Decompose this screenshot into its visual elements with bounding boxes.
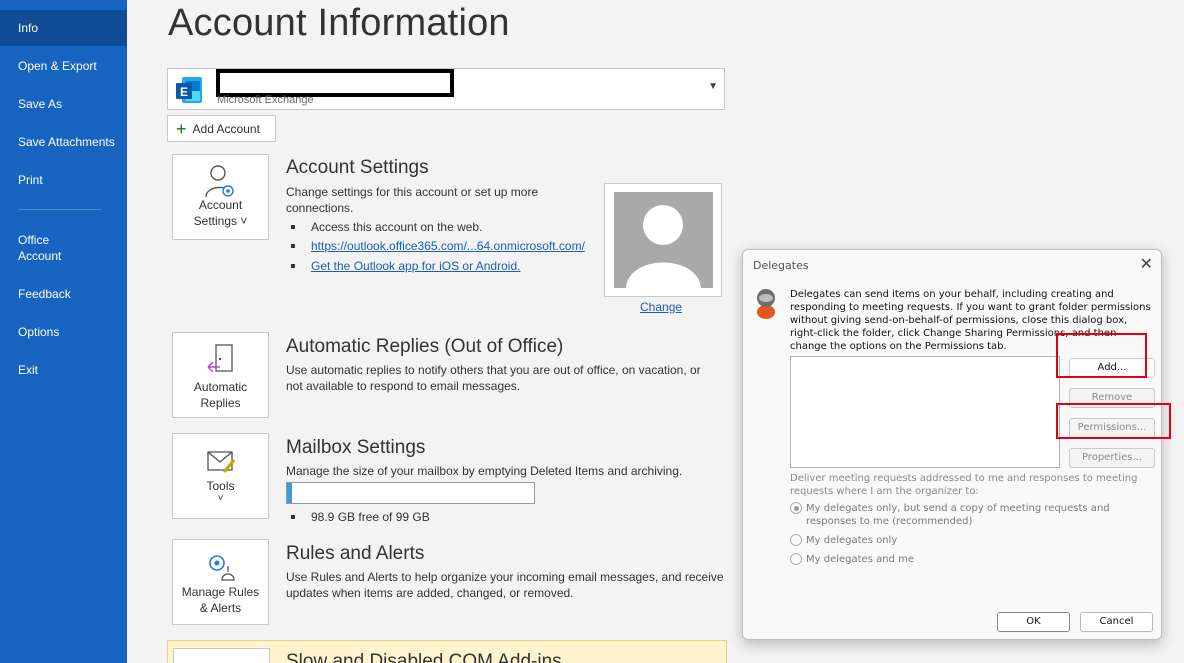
account-settings-desc: Change settings for this account or set … [286, 185, 539, 215]
person-placeholder-icon [626, 205, 701, 288]
mailbox-settings-title: Mailbox Settings [286, 437, 426, 458]
rules-alerts-title: Rules and Alerts [286, 543, 425, 564]
chevron-down-icon[interactable]: ▼ [708, 81, 718, 92]
radio-button-checked[interactable] [790, 502, 802, 514]
com-addins-panel: Slow and Disabled COM Add-ins [167, 640, 727, 663]
profile-photo [614, 192, 713, 288]
mailbox-settings-desc: Manage the size of your mailbox by empty… [286, 464, 683, 478]
radio-option-delegates-and-me[interactable]: My delegates and me [790, 553, 914, 566]
account-settings-title: Account Settings [286, 157, 429, 178]
mailbox-storage-fill [287, 483, 292, 503]
delegates-icon [757, 289, 775, 319]
delegates-list[interactable] [790, 356, 1060, 468]
nav-options[interactable]: Options [0, 324, 127, 340]
automatic-replies-icon [207, 344, 233, 373]
account-settings-icon [204, 165, 234, 198]
radio-option-delegates-only[interactable]: My delegates only [790, 534, 897, 547]
com-addins-button[interactable] [173, 648, 270, 663]
nav-feedback[interactable]: Feedback [0, 286, 127, 302]
close-icon[interactable]: ✕ [1140, 254, 1153, 273]
radio-label: My delegates only [806, 535, 898, 546]
account-selector[interactable]: E Microsoft Exchange ▼ [167, 68, 725, 110]
exchange-icon: E [176, 77, 202, 103]
add-account-button[interactable]: + Add Account [167, 115, 276, 142]
properties-button[interactable]: Properties... [1069, 448, 1155, 468]
svg-text:E: E [180, 85, 188, 99]
automatic-replies-label: Automatic Replies [193, 380, 248, 410]
profile-photo-frame [604, 183, 722, 297]
radio-label: My delegates and me [806, 554, 914, 565]
web-access-text: Access this account on the web. [311, 220, 483, 234]
tools-label: Tools [206, 479, 235, 493]
manage-rules-label: Manage Rules & Alerts [181, 585, 260, 615]
tools-icon [206, 451, 235, 473]
storage-free-text: 98.9 GB free of 99 GB [311, 510, 430, 524]
radio-option-delegates-copy[interactable]: My delegates only, but send a copy of me… [790, 502, 1130, 528]
nav-save-as[interactable]: Save As [0, 96, 127, 112]
account-settings-label: Account Settings ˅ [193, 198, 248, 228]
change-photo-link[interactable]: Change [640, 300, 682, 314]
page-title: Account Information [168, 2, 510, 44]
mailbox-storage-bar [286, 482, 535, 504]
owa-link[interactable]: https://outlook.office365.com/...64.onmi… [311, 238, 591, 254]
account-settings-button[interactable]: Account Settings ˅ [172, 154, 269, 240]
radio-button[interactable] [790, 534, 802, 546]
bullet-owa-link: https://outlook.office365.com/...64.onmi… [291, 238, 591, 254]
rules-alerts-desc: Use Rules and Alerts to help organize yo… [286, 570, 724, 600]
automatic-replies-button[interactable]: Automatic Replies [172, 332, 269, 418]
tools-button[interactable]: Tools ˅ [172, 433, 269, 519]
nav-exit[interactable]: Exit [0, 362, 127, 378]
deliver-meeting-label: Deliver meeting requests addressed to me… [790, 473, 1138, 497]
add-account-label: Add Account [192, 121, 260, 136]
nav-open-export[interactable]: Open & Export [0, 58, 127, 74]
bullet-web-access: Access this account on the web. [291, 219, 482, 235]
tools-chevron-icon: ˅ [217, 493, 224, 504]
mobile-app-link[interactable]: Get the Outlook app for iOS or Android. [311, 258, 520, 274]
radio-button[interactable] [790, 553, 802, 565]
radio-label: My delegates only, but send a copy of me… [806, 503, 1110, 527]
dialog-title: Delegates [753, 259, 809, 272]
highlight-permissions-box [1056, 403, 1171, 439]
rules-alerts-icon [208, 555, 235, 581]
nav-print[interactable]: Print [0, 172, 127, 188]
delegates-dialog: Delegates ✕ Delegates can send items on … [742, 249, 1162, 640]
com-addins-title: Slow and Disabled COM Add-ins [286, 651, 562, 663]
ok-button[interactable]: OK [997, 612, 1070, 632]
backstage-nav: Info Open & Export Save As Save Attachme… [0, 0, 127, 663]
bullet-storage: 98.9 GB free of 99 GB [291, 509, 430, 525]
redacted-email [216, 69, 454, 97]
bullet-mobile-app: Get the Outlook app for iOS or Android. [291, 258, 520, 274]
nav-divider [18, 209, 101, 210]
nav-info[interactable]: Info [0, 10, 127, 46]
manage-rules-button[interactable]: Manage Rules & Alerts [172, 539, 269, 625]
account-type: Microsoft Exchange [217, 94, 314, 106]
highlight-add-box [1056, 333, 1147, 378]
cancel-button[interactable]: Cancel [1080, 612, 1153, 632]
automatic-replies-desc: Use automatic replies to notify others t… [286, 363, 701, 393]
plus-icon: + [176, 118, 187, 139]
automatic-replies-title: Automatic Replies (Out of Office) [286, 336, 564, 357]
nav-save-attachments[interactable]: Save Attachments [0, 134, 127, 150]
nav-office-account[interactable]: Office Account [0, 232, 127, 264]
